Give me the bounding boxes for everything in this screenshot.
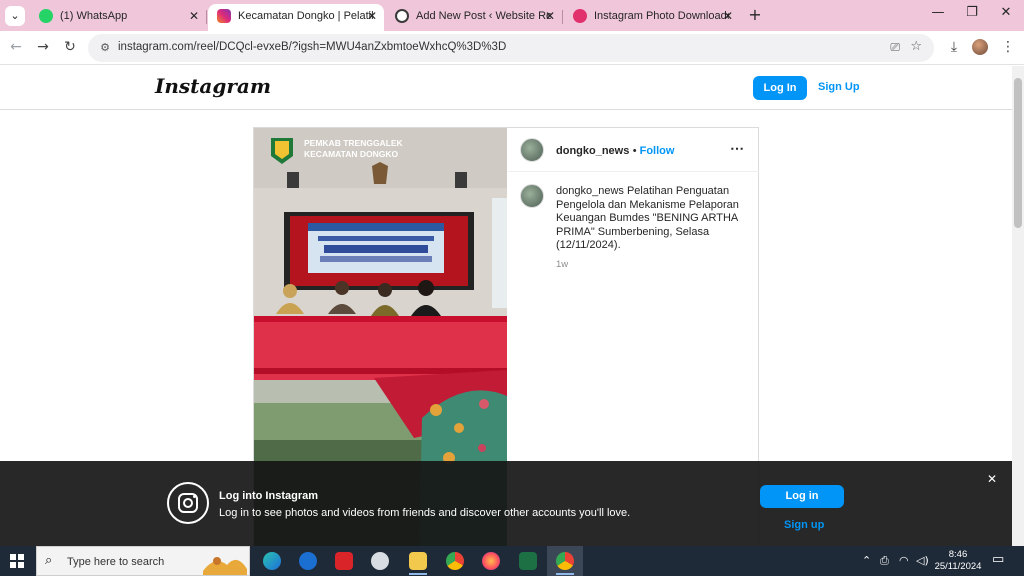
taskbar-app-pen[interactable] bbox=[362, 546, 398, 576]
tray-volume-icon[interactable]: ◁) bbox=[916, 554, 929, 567]
bookmark-star-icon[interactable]: ☆ bbox=[910, 39, 922, 54]
post-header: dongko_news • Follow ⋯ bbox=[508, 128, 759, 172]
whatsapp-icon bbox=[39, 9, 53, 23]
new-tab-plus-icon[interactable]: + bbox=[745, 5, 765, 25]
site-info-icon[interactable]: ⚙ bbox=[96, 39, 114, 57]
avatar[interactable] bbox=[520, 184, 544, 208]
photo-banner-text: PEMKAB TRENGGALEK KECAMATAN DONGKO bbox=[304, 138, 403, 160]
close-tab-icon[interactable]: ✕ bbox=[367, 4, 377, 28]
taskbar-search-placeholder: Type here to search bbox=[67, 556, 165, 568]
instagram-header: Instagram Log In Sign Up bbox=[0, 66, 1012, 110]
caption-username[interactable]: dongko_news bbox=[556, 185, 624, 197]
photo-banner-line1: PEMKAB TRENGGALEK bbox=[304, 138, 403, 148]
close-tab-icon[interactable]: ✕ bbox=[723, 4, 733, 28]
signup-link[interactable]: Sign up bbox=[784, 519, 824, 531]
address-bar[interactable]: ⚙ instagram.com/reel/DCQcl-evxeB/?igsh=M… bbox=[88, 34, 934, 62]
browser-menu-icon[interactable]: ⋮ bbox=[998, 37, 1018, 57]
tab-whatsapp[interactable]: (1) WhatsApp ✕ bbox=[30, 4, 206, 31]
tab-kecamatan-dongko[interactable]: Kecamatan Dongko | Pelatihan ✕ bbox=[208, 4, 384, 31]
clock-time: 8:46 bbox=[948, 549, 968, 560]
tray-network-device-icon[interactable]: ⎙ bbox=[880, 554, 889, 568]
tab-divider bbox=[206, 10, 207, 24]
tab-title: Instagram Photo Downloader - bbox=[594, 10, 729, 22]
search-icon: ⌕ bbox=[45, 553, 53, 568]
tray-wifi-icon[interactable]: ◠ bbox=[899, 554, 909, 567]
taskbar-chrome-active[interactable] bbox=[547, 546, 583, 576]
tab-divider bbox=[562, 10, 563, 24]
close-tab-icon[interactable]: ✕ bbox=[545, 4, 555, 28]
login-prompt-title: Log into Instagram bbox=[219, 490, 318, 502]
tab-instagram-photo-downloader[interactable]: Instagram Photo Downloader - ✕ bbox=[564, 4, 740, 31]
download-icon[interactable]: ⤓ bbox=[944, 37, 964, 57]
browser-toolbar: ← → ↻ ⚙ instagram.com/reel/DCQcl-evxeB/?… bbox=[0, 31, 1024, 65]
login-prompt-banner: Log into Instagram Log in to see photos … bbox=[0, 461, 1012, 546]
forward-arrow-icon[interactable]: → bbox=[33, 37, 53, 57]
cast-screen-icon[interactable]: ⎚ bbox=[890, 40, 900, 55]
taskbar-clock[interactable]: 8:46 25/11/2024 bbox=[930, 549, 986, 573]
post-time[interactable]: 1w bbox=[556, 259, 568, 270]
separator-dot: • bbox=[632, 145, 640, 157]
instagram-logo[interactable]: Instagram bbox=[155, 74, 271, 98]
windows-taskbar: ⌕ Type here to search ⌃ ⎙ ◠ ◁) 8:46 25/1… bbox=[0, 546, 1024, 576]
taskbar-firefox[interactable] bbox=[473, 546, 509, 576]
tab-title: Kecamatan Dongko | Pelatihan bbox=[238, 10, 373, 22]
post-author-line: dongko_news • Follow bbox=[556, 143, 674, 157]
instagram-icon bbox=[167, 482, 209, 524]
tab-title: (1) WhatsApp bbox=[60, 10, 128, 22]
taskbar-search-box[interactable]: ⌕ Type here to search bbox=[36, 546, 250, 576]
tab-search-chevron-icon[interactable]: ⌄ bbox=[5, 6, 25, 26]
taskbar-excel[interactable] bbox=[510, 546, 546, 576]
taskbar-file-explorer[interactable] bbox=[400, 546, 436, 576]
restore-icon[interactable]: ❐ bbox=[962, 5, 982, 20]
follow-button[interactable]: Follow bbox=[640, 145, 675, 157]
tab-title: Add New Post ‹ Website Resmi bbox=[416, 10, 551, 22]
header-signup-link[interactable]: Sign Up bbox=[818, 81, 860, 93]
profile-avatar[interactable] bbox=[970, 37, 990, 57]
close-tab-icon[interactable]: ✕ bbox=[189, 4, 199, 28]
notification-center-icon[interactable]: ▭ bbox=[992, 552, 1004, 567]
scrollbar-thumb[interactable] bbox=[1014, 78, 1022, 228]
page-scrollbar[interactable] bbox=[1012, 66, 1024, 546]
post-caption: dongko_news Pelatihan Penguatan Pengelol… bbox=[556, 185, 746, 253]
taskbar-edge[interactable] bbox=[254, 546, 290, 576]
tab-add-new-post[interactable]: Add New Post ‹ Website Resmi ✕ bbox=[386, 4, 562, 31]
reload-icon[interactable]: ↻ bbox=[60, 37, 80, 57]
web-page: Instagram Log In Sign Up PEMKAB TRENGGAL… bbox=[0, 66, 1012, 546]
downloader-icon bbox=[573, 9, 587, 23]
login-prompt-subtitle: Log in to see photos and videos from fri… bbox=[219, 507, 631, 519]
url-text[interactable]: instagram.com/reel/DCQcl-evxeB/?igsh=MWU… bbox=[118, 41, 506, 53]
minimize-icon[interactable]: — bbox=[928, 5, 948, 20]
header-login-button[interactable]: Log In bbox=[753, 76, 807, 100]
more-options-icon[interactable]: ⋯ bbox=[730, 140, 745, 157]
taskbar-bluetooth[interactable] bbox=[290, 546, 326, 576]
tray-chevron-up-icon[interactable]: ⌃ bbox=[862, 554, 871, 567]
login-button[interactable]: Log in bbox=[760, 485, 844, 508]
back-arrow-icon[interactable]: ← bbox=[6, 37, 26, 57]
avatar[interactable] bbox=[520, 138, 544, 162]
post-username[interactable]: dongko_news bbox=[556, 145, 629, 157]
close-window-icon[interactable]: ✕ bbox=[996, 5, 1016, 20]
browser-tab-strip: ⌄ (1) WhatsApp ✕ Kecamatan Dongko | Pela… bbox=[0, 0, 1024, 31]
search-highlight-illustration bbox=[201, 549, 249, 575]
taskbar-acrobat[interactable] bbox=[326, 546, 362, 576]
taskbar-chrome[interactable] bbox=[437, 546, 473, 576]
close-icon[interactable]: ✕ bbox=[987, 472, 997, 486]
clock-date: 25/11/2024 bbox=[934, 561, 982, 572]
wordpress-icon bbox=[395, 9, 409, 23]
instagram-icon bbox=[217, 9, 231, 23]
photo-banner-line2: KECAMATAN DONGKO bbox=[304, 149, 399, 159]
windows-start-icon[interactable] bbox=[10, 554, 24, 568]
